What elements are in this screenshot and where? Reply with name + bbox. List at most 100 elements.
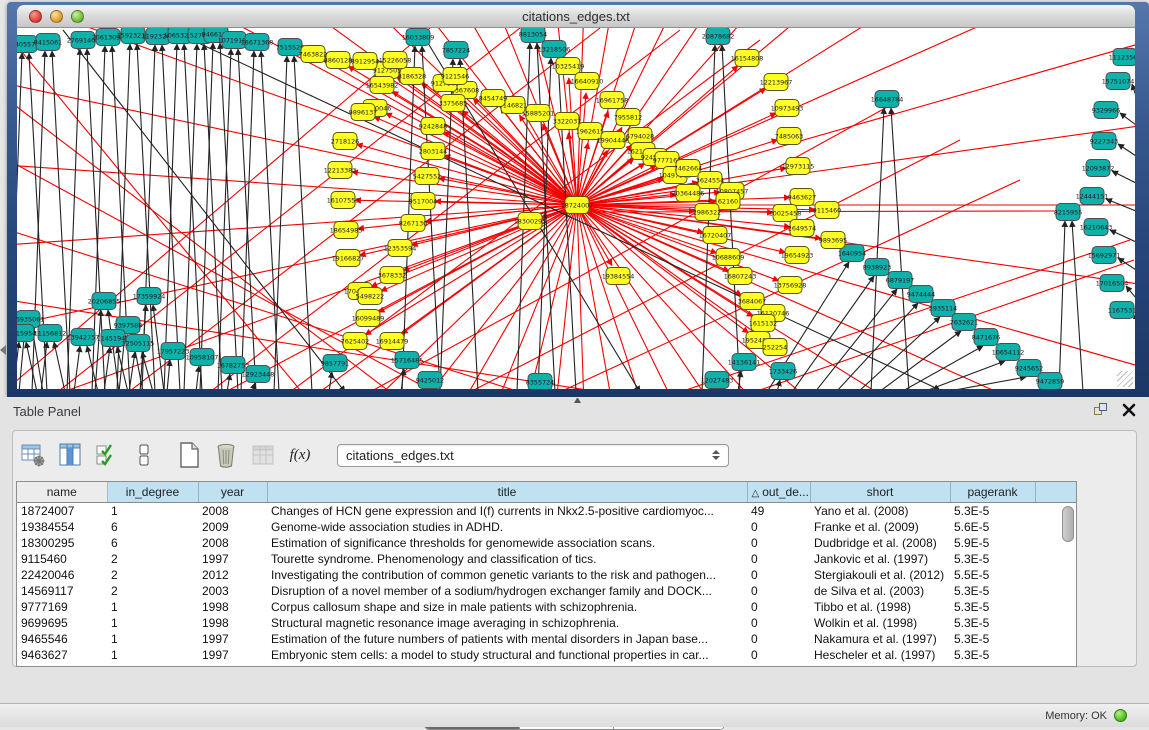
close-panel-icon[interactable]: [1121, 402, 1137, 418]
table-row[interactable]: 1830029562008Estimation of significance …: [17, 535, 1076, 551]
table-cell[interactable]: 1: [107, 615, 198, 631]
table-row[interactable]: 1938455462009Genome-wide association stu…: [17, 519, 1076, 535]
table-cell[interactable]: 0: [747, 599, 810, 615]
table-cell[interactable]: 0: [747, 615, 810, 631]
panel-drag-handle-icon[interactable]: [574, 398, 581, 403]
table-cell[interactable]: 1997: [198, 647, 267, 663]
table-cell[interactable]: [1035, 583, 1076, 599]
table-select-dropdown[interactable]: citations_edges.txt: [337, 444, 729, 467]
table-row[interactable]: 2242004622012Investigating the contribut…: [17, 567, 1076, 583]
table-cell[interactable]: [1035, 567, 1076, 583]
table-cell[interactable]: 0: [747, 567, 810, 583]
table-cell[interactable]: Yano et al. (2008): [810, 502, 950, 519]
float-panel-icon[interactable]: [1094, 403, 1109, 418]
table-cell[interactable]: [1035, 599, 1076, 615]
table-cell[interactable]: Franke et al. (2009): [810, 519, 950, 535]
table-cell[interactable]: 1998: [198, 599, 267, 615]
table-cell[interactable]: 0: [747, 535, 810, 551]
table-cell[interactable]: Tibbo et al. (1998): [810, 599, 950, 615]
table-cell[interactable]: Disruption of a novel member of a sodium…: [267, 583, 747, 599]
table-cell[interactable]: Genome-wide association studies in ADHD.: [267, 519, 747, 535]
table-cell[interactable]: Estimation of significance thresholds fo…: [267, 535, 747, 551]
function-builder-icon[interactable]: f(x): [286, 441, 314, 469]
table-cell[interactable]: de Silva et al. (2003): [810, 583, 950, 599]
table-cell[interactable]: Corpus callosum shape and size in male p…: [267, 599, 747, 615]
table-cell[interactable]: 5.3E-5: [950, 615, 1035, 631]
table-cell[interactable]: 9463627: [17, 647, 107, 663]
table-cell[interactable]: 2: [107, 551, 198, 567]
table-row[interactable]: 1456911722003Disruption of a novel membe…: [17, 583, 1076, 599]
table-row[interactable]: 911546021997Tourette syndrome. Phenomeno…: [17, 551, 1076, 567]
table-cell[interactable]: 49: [747, 502, 810, 519]
table-cell[interactable]: 5.9E-5: [950, 535, 1035, 551]
table-cell[interactable]: 2: [107, 583, 198, 599]
table-cell[interactable]: 5.3E-5: [950, 599, 1035, 615]
table-cell[interactable]: [1035, 631, 1076, 647]
table-cell[interactable]: Dudbridge et al. (2008): [810, 535, 950, 551]
table-cell[interactable]: 6: [107, 519, 198, 535]
table-cell[interactable]: 0: [747, 583, 810, 599]
table-scrollbar-thumb[interactable]: [1062, 506, 1074, 542]
column-header-out_de...[interactable]: △out_de...: [747, 482, 810, 502]
column-header-filler[interactable]: [1035, 482, 1076, 502]
table-cell[interactable]: Nakamura et al. (1997): [810, 631, 950, 647]
table-cell[interactable]: 2: [107, 567, 198, 583]
table-cell[interactable]: 1997: [198, 631, 267, 647]
table-cell[interactable]: 1: [107, 599, 198, 615]
panel-collapse-arrow-icon[interactable]: [0, 345, 6, 355]
table-cell[interactable]: 5.6E-5: [950, 519, 1035, 535]
table-cell[interactable]: 9465546: [17, 631, 107, 647]
column-header-pagerank[interactable]: pagerank: [950, 482, 1035, 502]
table-cell[interactable]: [1035, 551, 1076, 567]
column-header-year[interactable]: year: [198, 482, 267, 502]
table-cell[interactable]: Stergiakouli et al. (2012): [810, 567, 950, 583]
column-header-title[interactable]: title: [267, 482, 747, 502]
table-cell[interactable]: 0: [747, 631, 810, 647]
table-mode-icon[interactable]: [19, 441, 47, 469]
table-cell[interactable]: Hescheler et al. (1997): [810, 647, 950, 663]
new-document-icon[interactable]: [175, 441, 203, 469]
show-columns-icon[interactable]: [56, 441, 84, 469]
citation-network-graph[interactable]: 9405575841506127691406206130941592321711…: [17, 28, 1135, 389]
table-cell[interactable]: 2012: [198, 567, 267, 583]
table-row[interactable]: 977716911998Corpus callosum shape and si…: [17, 599, 1076, 615]
table-cell[interactable]: Wolkin et al. (1998): [810, 615, 950, 631]
table-cell[interactable]: 1: [107, 502, 198, 519]
table-cell[interactable]: 1998: [198, 615, 267, 631]
table-cell[interactable]: 5.3E-5: [950, 583, 1035, 599]
table-cell[interactable]: Estimation of the future numbers of pati…: [267, 631, 747, 647]
table-cell[interactable]: 1997: [198, 551, 267, 567]
table-cell[interactable]: 2008: [198, 535, 267, 551]
table-cell[interactable]: Structural magnetic resonance image aver…: [267, 615, 747, 631]
table-cell[interactable]: 5.3E-5: [950, 502, 1035, 519]
table-cell[interactable]: 5.3E-5: [950, 631, 1035, 647]
table-cell[interactable]: 1: [107, 647, 198, 663]
table-cell[interactable]: 19384554: [17, 519, 107, 535]
row-stack-icon[interactable]: [130, 441, 158, 469]
table-cell[interactable]: 1: [107, 631, 198, 647]
table-cell[interactable]: 14569117: [17, 583, 107, 599]
table-cell[interactable]: Changes of HCN gene expression and I(f) …: [267, 502, 747, 519]
table-cell[interactable]: Jankovic et al. (1997): [810, 551, 950, 567]
table-row[interactable]: 1872400712008Changes of HCN gene express…: [17, 502, 1076, 519]
table-cell[interactable]: 2008: [198, 502, 267, 519]
table-cell[interactable]: 0: [747, 519, 810, 535]
column-header-name[interactable]: name: [17, 482, 107, 502]
network-canvas[interactable]: 9405575841506127691406206130941592321711…: [17, 28, 1135, 389]
table-cell[interactable]: 5.3E-5: [950, 647, 1035, 663]
table-cell[interactable]: 22420046: [17, 567, 107, 583]
table-cell[interactable]: 5.5E-5: [950, 567, 1035, 583]
table-cell[interactable]: Embryonic stem cells: a model to study s…: [267, 647, 747, 663]
import-table-icon[interactable]: [249, 441, 277, 469]
table-cell[interactable]: Investigating the contribution of common…: [267, 567, 747, 583]
table-cell[interactable]: 6: [107, 535, 198, 551]
table-cell[interactable]: 2003: [198, 583, 267, 599]
table-cell[interactable]: 18300295: [17, 535, 107, 551]
table-row[interactable]: 946362711997Embryonic stem cells: a mode…: [17, 647, 1076, 663]
table-cell[interactable]: [1035, 647, 1076, 663]
table-cell[interactable]: 5.3E-5: [950, 551, 1035, 567]
table-cell[interactable]: 0: [747, 551, 810, 567]
table-cell[interactable]: 2009: [198, 519, 267, 535]
select-rows-icon[interactable]: [93, 441, 121, 469]
column-header-in_degree[interactable]: in_degree: [107, 482, 198, 502]
